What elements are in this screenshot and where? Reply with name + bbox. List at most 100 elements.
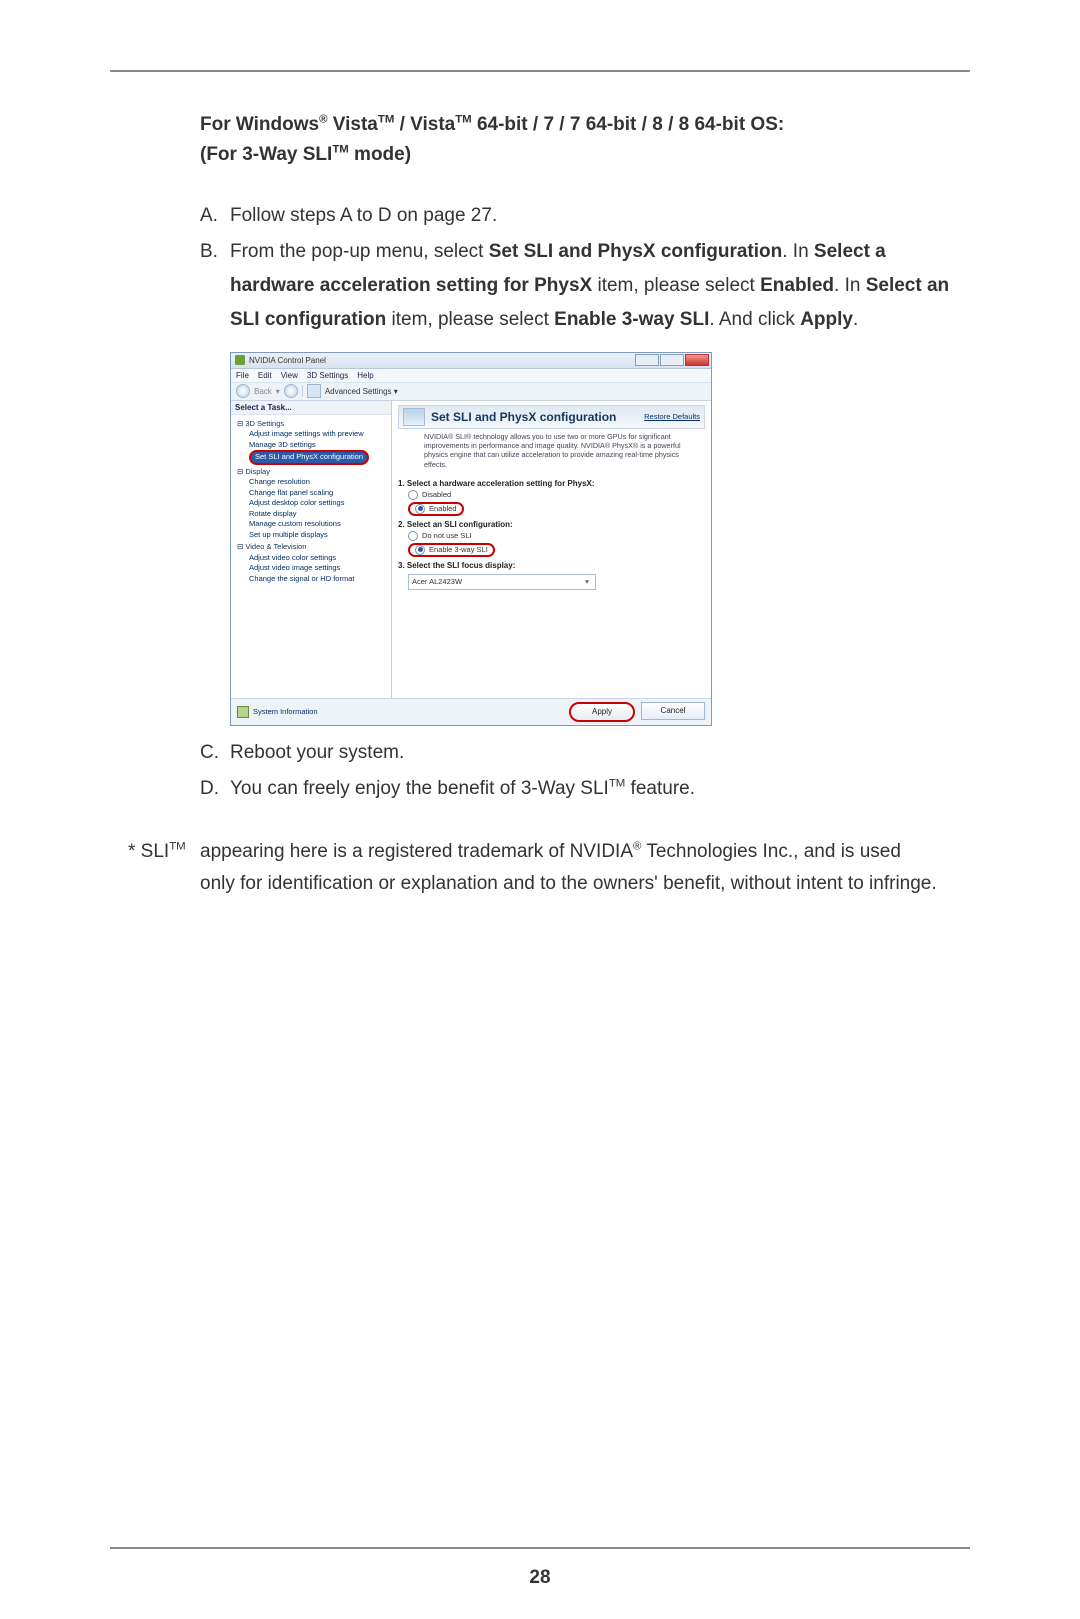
sidebar: Select a Task... ⊟ 3D Settings Adjust im… — [231, 401, 392, 698]
highlight-oval: Enabled — [408, 502, 464, 516]
radio-label: Disabled — [422, 490, 451, 499]
t: feature. — [625, 778, 695, 799]
step-label: B. — [200, 235, 230, 338]
fn-text: Technologies Inc., and is used — [641, 841, 901, 862]
top-rule — [110, 70, 970, 72]
tree-group-3d[interactable]: ⊟ 3D Settings — [237, 419, 387, 430]
b: Enable 3-way SLI — [554, 309, 709, 330]
main-title-row: Set SLI and PhysX configuration Restore … — [398, 405, 705, 429]
cancel-button[interactable]: Cancel — [641, 702, 705, 720]
step-body: Reboot your system. — [230, 736, 960, 770]
b: Enabled — [760, 275, 834, 296]
t: . In — [834, 275, 866, 296]
footnote-marker: * SLITM — [128, 836, 200, 868]
tree-node[interactable]: Set up multiple displays — [237, 530, 387, 541]
head-text: Vista — [328, 114, 378, 135]
tree-group-video[interactable]: ⊟ Video & Television — [237, 542, 387, 553]
step-label: D. — [200, 772, 230, 806]
step-body: You can freely enjoy the benefit of 3-Wa… — [230, 772, 960, 806]
main-title: Set SLI and PhysX configuration — [431, 410, 616, 424]
head-text: mode) — [349, 144, 411, 165]
radio-enabled[interactable]: Enabled — [408, 502, 705, 516]
section-1-label: 1. Select a hardware acceleration settin… — [398, 479, 705, 488]
restore-defaults-link[interactable]: Restore Defaults — [644, 412, 700, 421]
menu-file[interactable]: File — [236, 371, 249, 380]
fn-text: appearing here is a registered trademark… — [200, 841, 633, 862]
status-bar: System Information Apply Cancel — [231, 698, 711, 725]
tree-node[interactable]: Change the signal or HD format — [237, 574, 387, 585]
radio-icon — [415, 545, 425, 555]
radio-icon — [408, 490, 418, 500]
window-titlebar[interactable]: NVIDIA Control Panel — [231, 353, 711, 369]
radio-icon — [415, 504, 425, 514]
footnote-line1: appearing here is a registered trademark… — [200, 836, 901, 868]
step-c: C. Reboot your system. — [200, 736, 960, 770]
radio-3way-sli[interactable]: Enable 3-way SLI — [408, 543, 705, 557]
document-page: For Windows® VistaTM / VistaTM 64-bit / … — [0, 0, 1080, 1619]
task-tree: ⊟ 3D Settings Adjust image settings with… — [231, 415, 391, 587]
menu-edit[interactable]: Edit — [258, 371, 272, 380]
menu-bar: File Edit View 3D Settings Help — [231, 369, 711, 383]
sli-icon — [403, 408, 425, 426]
step-body: Follow steps A to D on page 27. — [230, 199, 960, 233]
tree-group-display[interactable]: ⊟ Display — [237, 467, 387, 478]
maximize-button[interactable] — [660, 354, 684, 366]
tree-node[interactable]: Change resolution — [237, 477, 387, 488]
radio-label: Do not use SLI — [422, 531, 472, 540]
tm-mark: TM — [332, 144, 348, 156]
menu-help[interactable]: Help — [357, 371, 373, 380]
menu-3d-settings[interactable]: 3D Settings — [307, 371, 348, 380]
minimize-button[interactable] — [635, 354, 659, 366]
step-b: B. From the pop-up menu, select Set SLI … — [200, 235, 960, 338]
step-label: A. — [200, 199, 230, 233]
tree-node-sli-highlight[interactable]: Set SLI and PhysX configuration — [249, 450, 369, 465]
toolbar-dropdown[interactable]: Advanced Settings ▾ — [325, 387, 398, 396]
window-body: Select a Task... ⊟ 3D Settings Adjust im… — [231, 401, 711, 698]
bottom-rule — [110, 1547, 970, 1549]
tree-node[interactable]: Adjust video color settings — [237, 553, 387, 564]
back-button[interactable] — [236, 384, 250, 398]
page-number: 28 — [0, 1567, 1080, 1589]
fn-text: * SLI — [128, 841, 169, 862]
select-value: Acer AL2423W — [412, 577, 462, 586]
main-description: NVIDIA® SLI® technology allows you to us… — [398, 429, 705, 475]
back-label: Back — [254, 387, 272, 396]
menu-view[interactable]: View — [281, 371, 298, 380]
radio-no-sli[interactable]: Do not use SLI — [408, 531, 705, 541]
tm-mark: TM — [455, 114, 471, 126]
close-button[interactable] — [685, 354, 709, 366]
forward-button[interactable] — [284, 384, 298, 398]
tree-node[interactable]: Adjust desktop color settings — [237, 498, 387, 509]
step-body: From the pop-up menu, select Set SLI and… — [230, 235, 960, 338]
separator — [302, 385, 303, 397]
apply-button[interactable]: Apply — [569, 702, 635, 722]
sysinfo-label: System Information — [253, 707, 318, 716]
head-text: For Windows — [200, 114, 319, 135]
tree-node[interactable]: Rotate display — [237, 509, 387, 520]
toolbar: Back ▾ Advanced Settings ▾ — [231, 383, 711, 401]
window-title: NVIDIA Control Panel — [249, 356, 326, 365]
t: You can freely enjoy the benefit of 3-Wa… — [230, 778, 609, 799]
focus-display-select[interactable]: Acer AL2423W ▾ — [408, 574, 596, 590]
main-panel: Set SLI and PhysX configuration Restore … — [392, 401, 711, 698]
nvidia-logo-icon — [235, 355, 245, 365]
t: item, please select — [592, 275, 760, 296]
tree-node[interactable]: Manage 3D settings — [237, 440, 387, 451]
tree-node[interactable]: Adjust video image settings — [237, 563, 387, 574]
tree-node[interactable]: Adjust image settings with preview — [237, 429, 387, 440]
steps-list: A. Follow steps A to D on page 27. B. Fr… — [200, 199, 960, 338]
system-information-link[interactable]: System Information — [237, 706, 318, 718]
info-icon — [237, 706, 249, 718]
tm-mark: TM — [169, 841, 185, 853]
t: . In — [782, 241, 814, 262]
chevron-down-icon: ▾ — [582, 577, 592, 586]
reg-mark: ® — [319, 114, 327, 126]
tree-node[interactable]: Change flat panel scaling — [237, 488, 387, 499]
radio-disabled[interactable]: Disabled — [408, 490, 705, 500]
tm-mark: TM — [378, 114, 394, 126]
view-mode-icon[interactable] — [307, 384, 321, 398]
b: Set SLI and PhysX configuration — [489, 241, 782, 262]
step-a: A. Follow steps A to D on page 27. — [200, 199, 960, 233]
tree-node[interactable]: Manage custom resolutions — [237, 519, 387, 530]
tm-mark: TM — [609, 777, 625, 789]
